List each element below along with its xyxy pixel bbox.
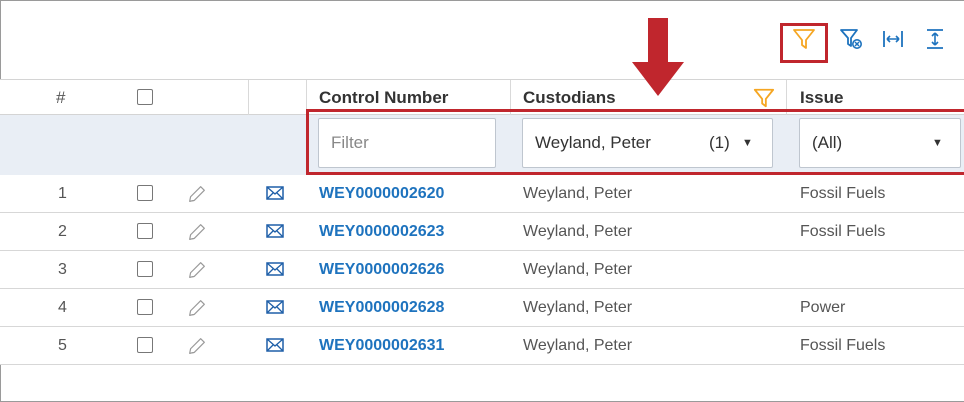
row-checkbox[interactable]	[137, 223, 153, 239]
fit-rows-icon[interactable]	[922, 26, 948, 52]
filter-row-highlight	[306, 109, 964, 175]
pencil-icon[interactable]	[186, 221, 208, 248]
row-checkbox[interactable]	[137, 261, 153, 277]
annotation-arrow-shaft	[648, 18, 668, 66]
issue-cell: Fossil Fuels	[800, 222, 886, 240]
control-number-link[interactable]: WEY0000002631	[319, 327, 444, 364]
custodian-cell: Weyland, Peter	[523, 336, 633, 354]
annotation-arrow-head	[632, 62, 684, 96]
table-row[interactable]: 4 WEY0000002628 Weyland, Peter Power	[0, 289, 964, 327]
table-row[interactable]: 1 WEY0000002620 Weyland, Peter Fossil Fuels	[0, 175, 964, 213]
custodian-cell: Weyland, Peter	[523, 222, 633, 240]
row-checkbox[interactable]	[137, 299, 153, 315]
issue-cell: Fossil Fuels	[800, 336, 886, 354]
issue-cell: Power	[800, 298, 846, 316]
envelope-icon[interactable]	[266, 299, 284, 320]
table-row[interactable]: 5 WEY0000002631 Weyland, Peter Fossil Fuels	[0, 327, 964, 365]
envelope-icon[interactable]	[266, 337, 284, 358]
filter-icon-highlight	[780, 23, 828, 63]
issue-cell: Fossil Fuels	[800, 184, 886, 202]
custodian-cell: Weyland, Peter	[523, 184, 633, 202]
header-row-number: #	[56, 87, 66, 107]
control-number-link[interactable]: WEY0000002628	[319, 289, 444, 326]
row-number: 5	[58, 336, 67, 354]
header-separator	[248, 80, 249, 115]
envelope-icon[interactable]	[266, 223, 284, 244]
custodian-cell: Weyland, Peter	[523, 298, 633, 316]
envelope-icon[interactable]	[266, 261, 284, 282]
pencil-icon[interactable]	[186, 335, 208, 362]
table-row[interactable]: 2 WEY0000002623 Weyland, Peter Fossil Fuels	[0, 213, 964, 251]
pencil-icon[interactable]	[186, 259, 208, 286]
row-number: 3	[58, 260, 67, 278]
clear-filter-icon[interactable]	[838, 26, 864, 52]
row-number: 1	[58, 184, 67, 202]
row-number: 2	[58, 222, 67, 240]
control-number-link[interactable]: WEY0000002620	[319, 175, 444, 212]
row-number: 4	[58, 298, 67, 316]
control-number-link[interactable]: WEY0000002623	[319, 213, 444, 250]
envelope-icon[interactable]	[266, 185, 284, 206]
fit-columns-icon[interactable]	[880, 26, 906, 52]
table-row[interactable]: 3 WEY0000002626 Weyland, Peter	[0, 251, 964, 289]
custodian-cell: Weyland, Peter	[523, 260, 633, 278]
pencil-icon[interactable]	[186, 297, 208, 324]
row-checkbox[interactable]	[137, 185, 153, 201]
row-checkbox[interactable]	[137, 337, 153, 353]
control-number-link[interactable]: WEY0000002626	[319, 251, 444, 288]
select-all-checkbox[interactable]	[137, 89, 153, 105]
pencil-icon[interactable]	[186, 183, 208, 210]
